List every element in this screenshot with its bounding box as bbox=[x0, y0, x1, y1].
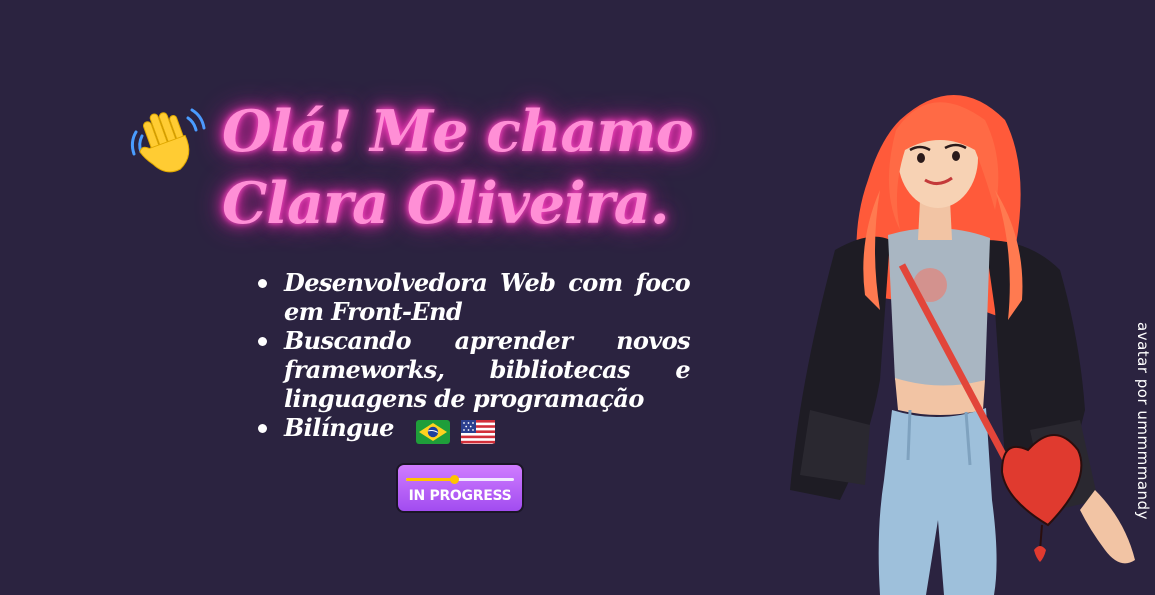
avatar-credit: avatar por ummmmandy bbox=[1134, 322, 1152, 520]
title-line-2: Clara Oliveira. bbox=[222, 170, 670, 237]
list-item: Desenvolvedora Web com foco em Front-End bbox=[254, 268, 691, 326]
status-badge: IN PROGRESS bbox=[396, 463, 524, 513]
list-item: Bilíngue bbox=[254, 413, 690, 444]
usa-flag-icon bbox=[461, 419, 496, 444]
progress-knob bbox=[449, 475, 459, 484]
bio-list: Desenvolvedora Web com foco em Front-End… bbox=[254, 268, 691, 444]
title-line-1: Olá! Me chamo bbox=[222, 98, 694, 165]
status-badge-label: IN PROGRESS bbox=[408, 488, 512, 504]
flags bbox=[415, 415, 500, 444]
avatar-illustration bbox=[790, 95, 1135, 595]
brazil-flag-icon bbox=[415, 419, 450, 444]
progress-track bbox=[406, 475, 514, 484]
page-title: Olá! Me chamo Clara Oliveira. bbox=[222, 96, 694, 240]
list-item: Buscando aprender novos frameworks, bibl… bbox=[254, 326, 691, 413]
progress-fill bbox=[406, 478, 454, 481]
waving-hand-icon bbox=[130, 108, 206, 173]
